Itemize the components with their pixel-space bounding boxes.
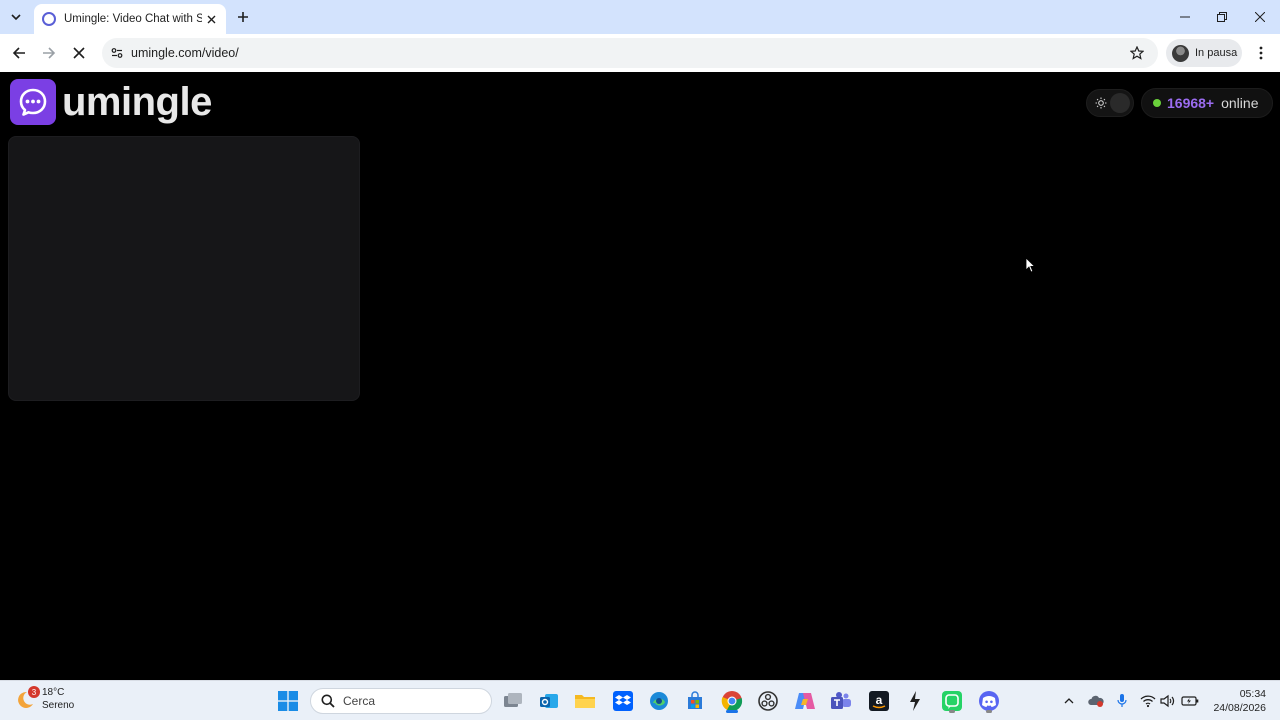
lightning-app-icon[interactable] (902, 688, 928, 714)
avatar (1172, 44, 1189, 62)
edge-icon[interactable] (646, 688, 672, 714)
svg-text:a: a (876, 693, 883, 707)
local-video-preview (8, 136, 360, 401)
online-label: online (1221, 95, 1259, 111)
weather-sun-icon: 3 (14, 686, 40, 711)
weather-condition: Sereno (42, 700, 75, 711)
mouse-cursor-icon (1025, 257, 1036, 278)
weather-temp: 18°C (42, 687, 65, 698)
volume-icon[interactable] (1159, 692, 1177, 710)
online-counter: 16968+ online (1141, 88, 1273, 118)
sun-icon (1094, 96, 1108, 110)
site-logo[interactable]: umingle (10, 79, 212, 125)
show-hidden-icons-chevron-icon[interactable] (1060, 692, 1078, 710)
teams-icon[interactable] (828, 688, 854, 714)
tab-title: Umingle: Video Chat with Stran (64, 13, 202, 25)
site-info-icon[interactable] (109, 45, 125, 61)
running-app-indicator (986, 710, 992, 713)
task-view-icon[interactable] (500, 688, 526, 714)
tab-search-icon[interactable] (4, 6, 28, 28)
new-tab-button[interactable] (232, 6, 254, 28)
url-text: umingle.com/video/ (131, 46, 239, 60)
active-app-indicator (726, 710, 738, 713)
browser-tab[interactable]: Umingle: Video Chat with Stran (34, 4, 226, 34)
browser-tab-bar: Umingle: Video Chat with Stran (0, 0, 1280, 34)
page-content: umingle 16968+ online (0, 72, 1280, 680)
obs-icon[interactable] (755, 688, 781, 714)
toggle-knob (1110, 93, 1130, 113)
search-placeholder: Cerca (343, 694, 376, 708)
search-icon (321, 694, 335, 708)
battery-charging-icon[interactable] (1181, 692, 1199, 710)
whatsapp-icon[interactable] (939, 688, 965, 714)
profile-status: In pausa (1195, 47, 1238, 59)
tab-close-icon[interactable] (202, 10, 220, 28)
browser-toolbar: umingle.com/video/ In pausa (0, 34, 1280, 72)
copilot-icon[interactable] (792, 688, 818, 714)
minimize-button[interactable] (1166, 0, 1204, 34)
microphone-icon[interactable] (1113, 692, 1131, 710)
running-app-indicator (949, 710, 955, 713)
site-favicon-icon (42, 12, 56, 26)
wifi-icon[interactable] (1139, 692, 1157, 710)
store-icon[interactable] (682, 688, 708, 714)
system-clock[interactable]: 05:34 24/08/2026 (1206, 687, 1266, 715)
amazon-icon[interactable]: a (866, 688, 892, 714)
back-button[interactable] (7, 41, 31, 65)
online-status-dot (1153, 99, 1161, 107)
restore-button[interactable] (1203, 0, 1241, 34)
chat-bubble-logo-icon (10, 79, 56, 125)
weather-badge: 3 (28, 686, 40, 698)
theme-toggle[interactable] (1086, 89, 1134, 117)
taskbar-search[interactable]: Cerca (310, 688, 492, 714)
browser-menu-icon[interactable] (1250, 42, 1272, 64)
close-window-button[interactable] (1241, 0, 1279, 34)
onedrive-error-icon[interactable] (1087, 692, 1105, 710)
clock-date: 24/08/2026 (1213, 702, 1266, 714)
dropbox-icon[interactable] (610, 688, 636, 714)
address-bar[interactable]: umingle.com/video/ (102, 38, 1158, 68)
online-count: 16968+ (1167, 95, 1215, 111)
logo-text: umingle (62, 80, 212, 124)
chrome-icon[interactable] (719, 688, 745, 714)
weather-widget[interactable]: 3 18°C Sereno (14, 686, 75, 713)
file-explorer-icon[interactable] (572, 688, 598, 714)
forward-button[interactable] (37, 41, 61, 65)
discord-icon[interactable] (976, 688, 1002, 714)
outlook-icon[interactable] (536, 688, 562, 714)
stop-loading-button[interactable] (67, 41, 91, 65)
profile-button[interactable]: In pausa (1166, 39, 1242, 67)
windows-start-icon[interactable] (275, 688, 301, 714)
bookmark-star-icon[interactable] (1128, 44, 1146, 62)
clock-time: 05:34 (1239, 688, 1266, 700)
windows-taskbar: 3 18°C Sereno Cerca a 05:34 24/08/2026 (0, 680, 1280, 720)
